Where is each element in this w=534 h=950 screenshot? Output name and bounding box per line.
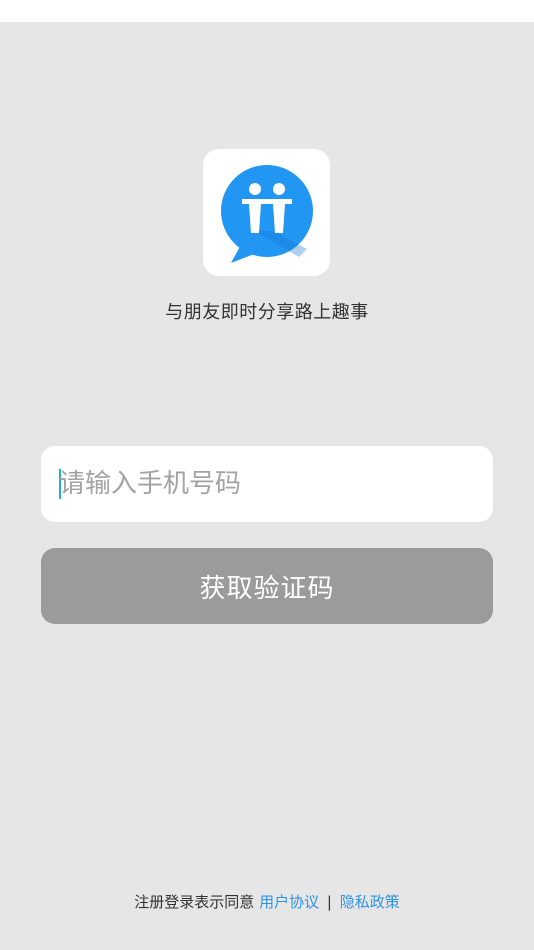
phone-number-input[interactable] xyxy=(59,446,479,522)
privacy-policy-link[interactable]: 隐私政策 xyxy=(340,893,400,911)
agreement-prefix: 注册登录表示同意 xyxy=(134,893,255,911)
friends-chat-bubble-icon xyxy=(221,165,313,263)
app-logo xyxy=(203,149,330,276)
get-verification-code-button[interactable]: 获取验证码 xyxy=(41,548,493,624)
phone-number-field[interactable] xyxy=(41,446,493,522)
app-tagline: 与朋友即时分享路上趣事 xyxy=(165,302,369,323)
status-bar xyxy=(0,0,534,22)
agreement-separator: | xyxy=(326,893,332,911)
user-agreement-link[interactable]: 用户协议 xyxy=(259,893,319,911)
agreement-notice: 注册登录表示同意 用户协议 | 隐私政策 xyxy=(0,891,534,912)
